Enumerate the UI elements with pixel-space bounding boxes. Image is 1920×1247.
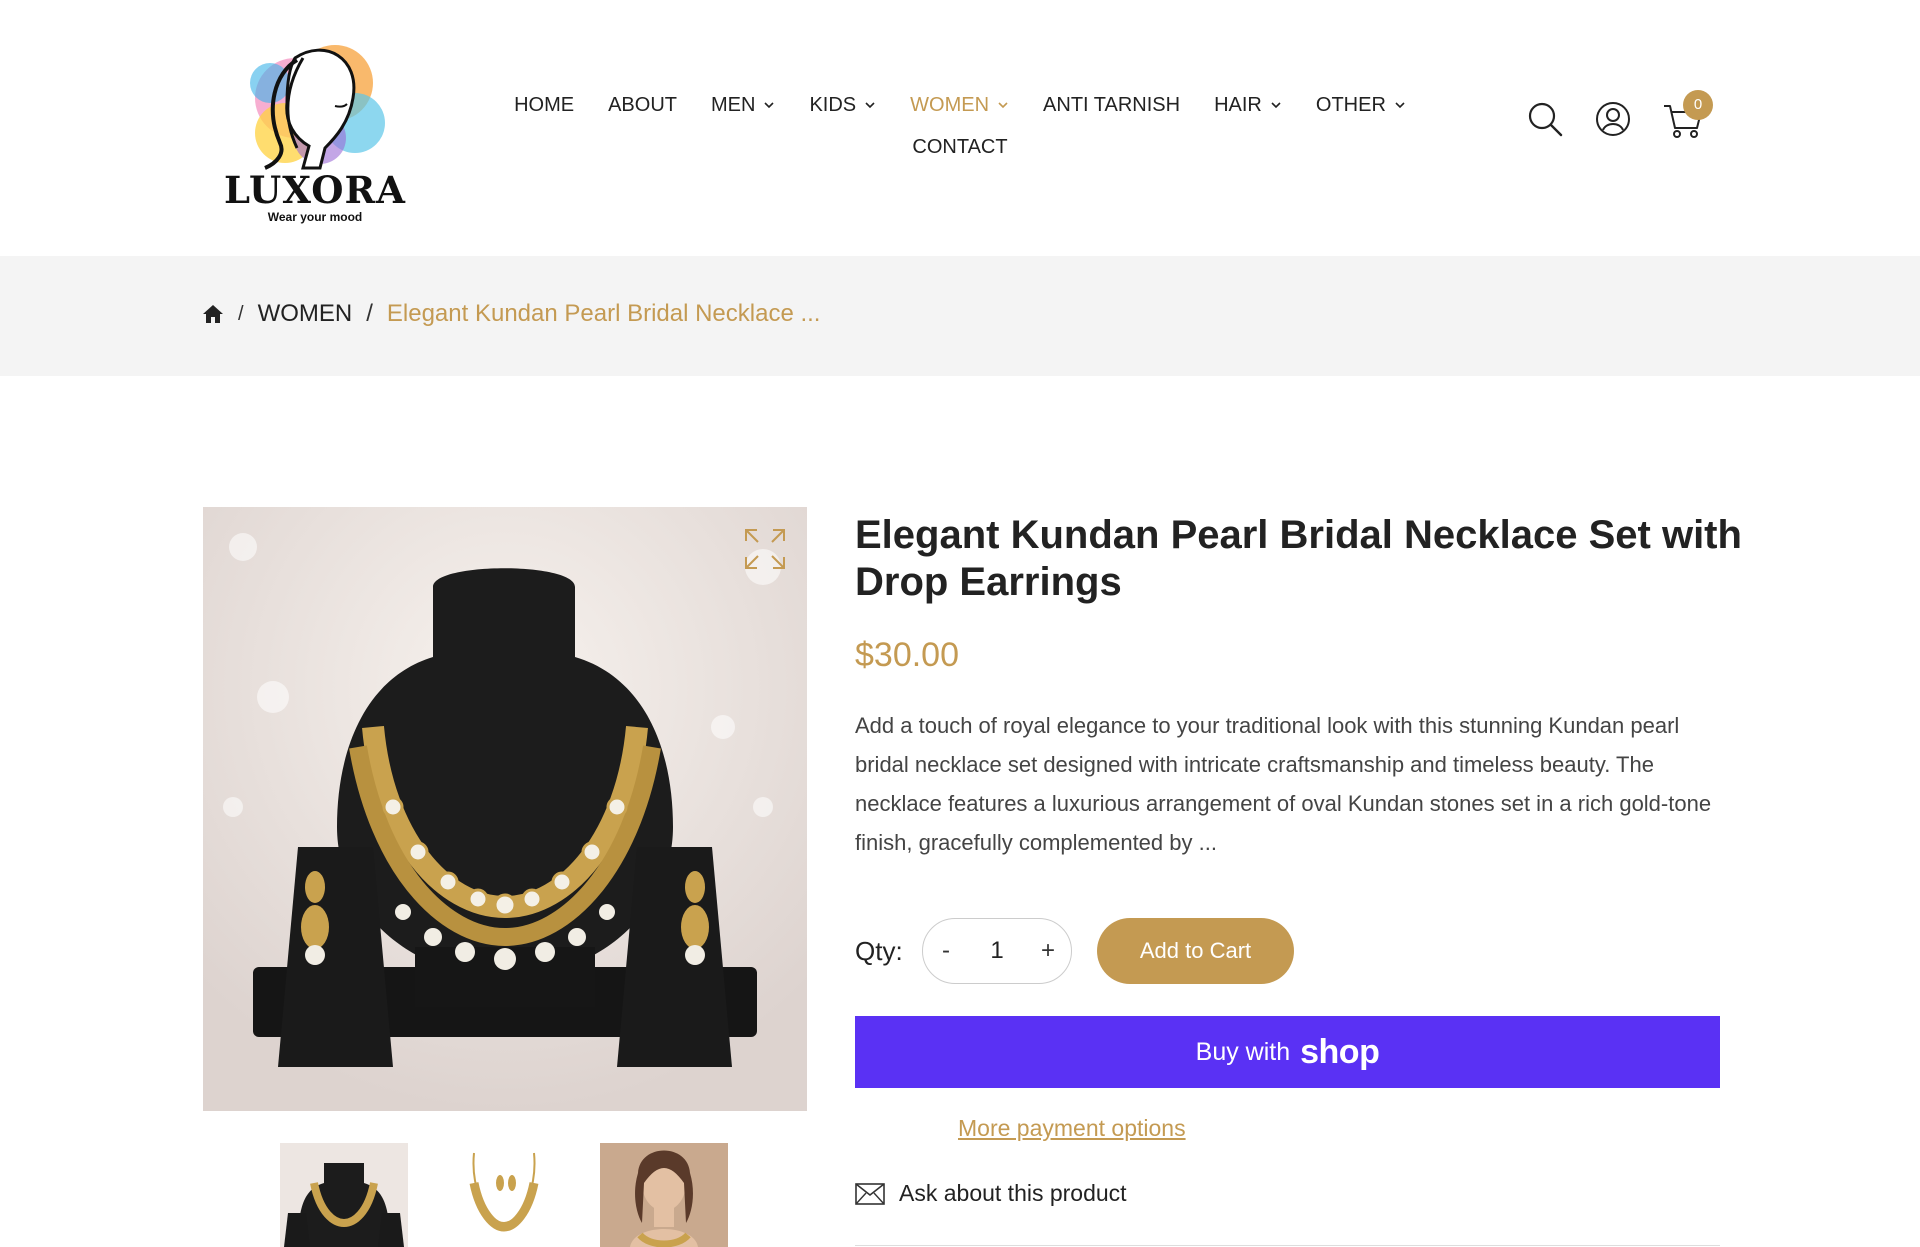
nav-item-contact[interactable]: CONTACT [912,136,1007,159]
nav-item-label: ANTI TARNISH [1043,93,1181,116]
ask-label: Ask about this product [899,1180,1127,1206]
nav-item-label: OTHER [1315,93,1386,116]
brand-name: LUXORA [223,168,406,212]
shop-logo: shop [1300,1032,1380,1071]
product-title: Elegant Kundan Pearl Bridal Necklace Set… [855,513,1742,604]
user-icon[interactable] [1594,100,1632,138]
product-price: $30.00 [855,636,959,674]
envelope-icon [855,1182,885,1205]
chevron-down-icon [764,102,775,109]
nav-item-kids[interactable]: KIDS [809,94,876,117]
main-nav: HOME ABOUT MEN KIDS WOMEN ANTI TARNISH HAIR OTH… [480,88,1440,164]
chevron-down-icon [1395,102,1405,109]
nav-item-label: CONTACT [912,135,1008,158]
nav-item-label: HOME [514,93,575,116]
buy-with-label: Buy with [1195,1037,1291,1066]
qty-increase-button[interactable]: + [1033,937,1063,965]
chevron-down-icon [1271,102,1281,109]
nav-item-home[interactable]: HOME [514,94,574,117]
search-icon[interactable] [1526,100,1564,138]
brand-logo[interactable]: LUXORA Wear your mood [215,28,415,228]
breadcrumb-separator: / [238,302,244,325]
cart-count-badge: 0 [1683,90,1713,120]
chevron-down-icon [998,102,1008,109]
buy-with-shop-button[interactable]: Buy with shop [855,1016,1720,1088]
add-to-cart-button[interactable]: Add to Cart [1097,918,1294,984]
brand-tagline: Wear your mood [267,210,363,224]
ask-about-product-link[interactable]: Ask about this product [855,1180,1127,1207]
product-main-image[interactable] [203,507,807,1111]
nav-item-label: KIDS [809,93,857,116]
product-thumbnails [280,1143,728,1247]
home-icon[interactable] [202,304,224,324]
nav-row-secondary: CONTACT [480,130,1440,164]
nav-item-label: WOMEN [910,93,990,116]
nav-row-primary: HOME ABOUT MEN KIDS WOMEN ANTI TARNISH HAIR OTH… [480,88,1440,122]
qty-decrease-button[interactable]: - [931,937,961,965]
logo-art [250,45,385,170]
breadcrumb-separator: / [366,300,373,327]
nav-item-hair[interactable]: HAIR [1214,94,1282,117]
qty-label: Qty: [855,936,903,966]
thumbnail-1[interactable] [280,1143,408,1247]
nav-item-label: HAIR [1214,93,1262,116]
nav-item-other[interactable]: OTHER [1316,94,1406,117]
qty-input[interactable] [977,937,1017,965]
more-payment-options-link[interactable]: More payment options [958,1115,1186,1142]
thumbnail-2[interactable] [440,1143,568,1247]
breadcrumb-category[interactable]: WOMEN [258,300,353,328]
breadcrumb-current: Elegant Kundan Pearl Bridal Necklace ... [386,300,821,327]
breadcrumb: / WOMEN / Elegant Kundan Pearl Bridal Ne… [202,300,820,328]
site-header: LUXORA Wear your mood HOME ABOUT MEN KIDS WO… [0,0,1920,256]
nav-item-men[interactable]: MEN [711,94,775,117]
product-description: Add a touch of royal elegance to your tr… [855,713,1712,855]
header-icons [1526,100,1702,138]
nav-item-anti-tarnish[interactable]: ANTI TARNISH [1043,94,1180,117]
expand-icon[interactable] [743,527,787,571]
necklace-photo [203,507,807,1111]
thumbnail-3[interactable] [600,1143,728,1247]
nav-item-women[interactable]: WOMEN [910,94,1009,117]
section-divider [855,1245,1720,1246]
nav-item-label: MEN [711,93,756,116]
chevron-down-icon [865,102,875,109]
breadcrumb-band: / WOMEN / Elegant Kundan Pearl Bridal Ne… [0,256,1920,376]
quantity-stepper: - + [922,918,1072,984]
nav-item-about[interactable]: ABOUT [608,94,677,117]
nav-item-label: ABOUT [608,93,677,116]
